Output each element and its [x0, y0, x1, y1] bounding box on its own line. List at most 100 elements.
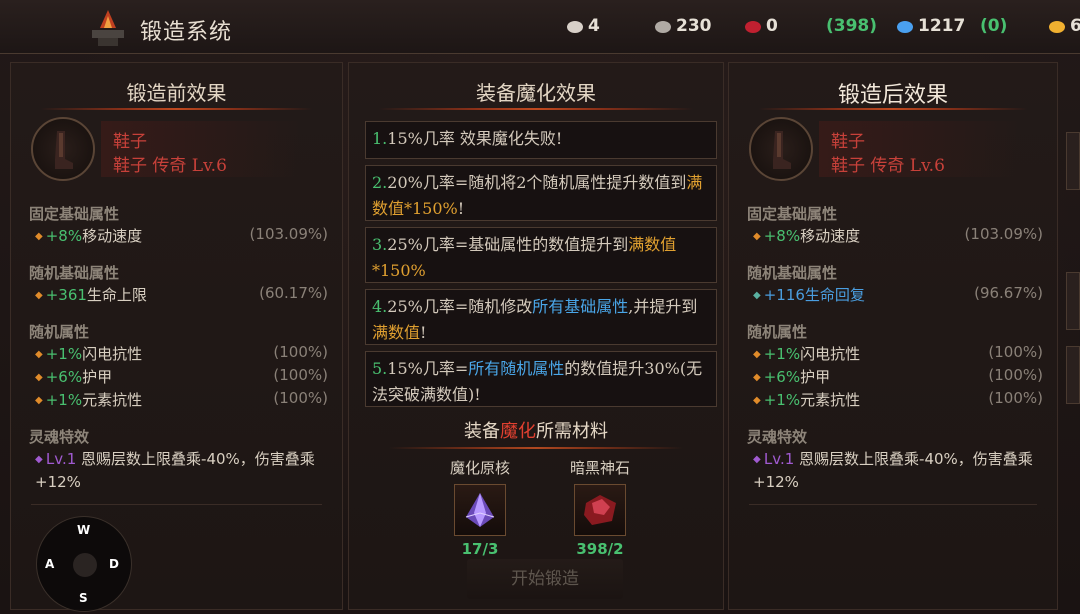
attribute-text: ◆ +8%移动速度 [753, 225, 860, 246]
item-name: 鞋子 [831, 132, 865, 152]
attribute-row: ◆ +6%护甲 (100%) [35, 366, 328, 387]
item-slot[interactable]: 鞋子 鞋子 传奇 Lv.6 [21, 117, 332, 183]
attribute-prefix: + [763, 391, 777, 409]
diamond-bullet-icon: ◆ [35, 372, 43, 383]
effect-text: ! [420, 323, 427, 342]
diamond-bullet-icon: ◆ [753, 372, 761, 383]
resource-red-ore-icon: 0 [744, 16, 778, 36]
effect-text: 所有随机属性 [468, 359, 565, 378]
joystick-up-key: W [77, 523, 91, 537]
attribute-percent: (100%) [273, 343, 328, 361]
title-divider [41, 108, 312, 110]
effect-number: 4. [372, 297, 388, 316]
diamond-bullet-icon: ◆ [753, 395, 761, 406]
material-name: 暗黑神石 [569, 459, 630, 477]
section-label: 固定基础属性 [747, 205, 838, 223]
effect-text: ! [457, 199, 465, 218]
attribute-value: 1% [776, 345, 801, 363]
attribute-prefix: + [45, 227, 59, 245]
attribute-row: ◆ +1%闪电抗性 (100%) [35, 343, 328, 364]
attribute-row: ◆ +1%元素抗性 (100%) [35, 389, 328, 410]
start-forge-button[interactable]: 开始锻造 [467, 559, 623, 599]
material-count: 398/2 [576, 540, 624, 558]
joystick-left-key: A [45, 557, 55, 571]
resource-value: 0 [766, 16, 778, 36]
diamond-bullet-icon: ◆ [35, 290, 43, 301]
side-tab[interactable] [1066, 272, 1080, 330]
page-title: 锻造系统 [140, 20, 233, 45]
material-core[interactable]: 魔化原核 17/3 [435, 457, 525, 558]
diamond-bullet-icon: ◆ [35, 395, 43, 406]
enchant-effect: 3.25%几率=基础属性的数值提升到满数值*150% [365, 227, 717, 283]
attribute-row: ◆ +361生命上限 (60.17%) [35, 284, 328, 305]
resource-value: (0) [980, 16, 1008, 36]
resource-blue-crystal-icon: 1217 [896, 16, 965, 36]
attribute-name: 元素抗性 [82, 391, 143, 409]
effect-text: 20%几率=随机将2个随机属性提升数值到 [387, 173, 687, 192]
attribute-percent: (103.09%) [249, 225, 328, 243]
side-tab[interactable] [1066, 346, 1080, 404]
blue-crystal-icon [896, 19, 914, 33]
anvil-icon [92, 10, 124, 46]
attribute-text: ◆ +116生命回复 [753, 284, 865, 305]
section-label: 随机属性 [747, 323, 808, 341]
effect-text: 25%几率=基础属性的数值提升到 [387, 235, 629, 254]
attribute-value: 361 [58, 286, 87, 304]
item-slot[interactable]: 鞋子鞋子 传奇 Lv.6 [739, 117, 1047, 183]
divider [749, 504, 1037, 505]
material-stone[interactable]: 暗黑神石 398/2 [555, 457, 645, 558]
enchant-effect: 5.15%几率=所有随机属性的数值提升30%(无法突破满数值)! [365, 351, 717, 407]
silver-coin-icon [654, 19, 672, 33]
side-tab[interactable] [1066, 132, 1080, 190]
material-count: 17/3 [461, 540, 499, 558]
attribute-value: 8% [776, 227, 801, 245]
resource-value: 6 [1070, 16, 1080, 36]
attribute-name: 护甲 [82, 368, 113, 386]
attribute-prefix: + [45, 391, 59, 409]
purple-crystal-icon [454, 484, 506, 536]
attribute-value: 6% [58, 368, 83, 386]
attribute-value: 1% [58, 391, 83, 409]
joystick-knob[interactable] [73, 553, 97, 577]
attribute-prefix: + [763, 368, 777, 386]
effect-number: 1. [372, 129, 388, 148]
top-bar: 锻造系统 4 230 0 (398) 1217 (0) 6 [0, 0, 1080, 54]
divider [31, 504, 322, 505]
attribute-prefix: + [45, 286, 59, 304]
boots-icon[interactable] [31, 117, 95, 181]
resource-value: 4 [588, 16, 600, 36]
after-panel: 锻造后效果 鞋子 鞋子 传奇 Lv.6 固定基础属性 ◆ +8%移动速度 (103.09%)… [728, 62, 1058, 610]
diamond-bullet-icon: ◆ [35, 349, 43, 360]
attribute-prefix: + [763, 286, 777, 304]
attribute-row: ◆ +1%闪电抗性 (100%) [753, 343, 1043, 364]
title-divider [379, 108, 693, 110]
attribute-text: ◆ +6%护甲 [753, 366, 830, 387]
section-label: 固定基础属性 [29, 205, 120, 223]
attribute-name: 生命上限 [86, 286, 147, 304]
attribute-name: 移动速度 [800, 227, 861, 245]
attribute-value: 6% [776, 368, 801, 386]
resource-gem-shard-icon: 4 [566, 16, 600, 36]
attribute-percent: (96.67%) [974, 284, 1043, 302]
effect-text: 15%几率 效果魔化失败! [387, 129, 563, 148]
item-rarity-level: 鞋子 传奇 Lv.6 [831, 156, 945, 176]
item-name: 鞋子 [113, 132, 147, 152]
gem-shard-icon [566, 19, 584, 33]
boots-icon[interactable] [749, 117, 813, 181]
resource-count: (0) [980, 16, 1007, 36]
attribute-name: 护甲 [800, 368, 831, 386]
section-label: 灵魂特效 [747, 428, 808, 446]
gold-coin-icon [1048, 19, 1066, 33]
attribute-row: ◆ +8%移动速度 (103.09%) [35, 225, 328, 246]
section-label: 随机属性 [29, 323, 90, 341]
attribute-text: ◆ +1%闪电抗性 [753, 343, 860, 364]
soul-effect: ◆ Lv.1 恩赐层数上限叠乘-40%，伤害叠乘+12% [753, 448, 1041, 494]
materials-title: 装备魔化所需材料 [464, 421, 608, 442]
attribute-value: 116 [776, 286, 805, 304]
movement-joystick[interactable]: W A D S [36, 516, 132, 612]
effect-text: ,并提升到 [628, 297, 698, 316]
attribute-text: ◆ +6%护甲 [35, 366, 112, 387]
enchant-effect: 1.15%几率 效果魔化失败! [365, 121, 717, 159]
red-stone-icon [574, 484, 626, 536]
diamond-bullet-icon: ◆ [753, 231, 761, 242]
